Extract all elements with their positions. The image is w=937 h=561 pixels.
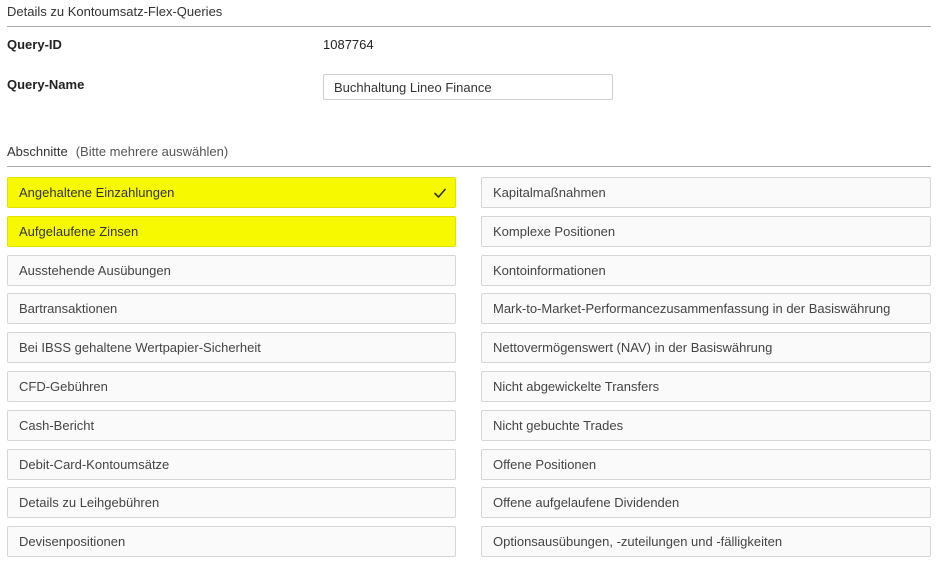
section-option[interactable]: Nicht abgewickelte Transfers bbox=[481, 370, 931, 402]
section-option-label: Devisenpositionen bbox=[19, 534, 126, 550]
section-option[interactable]: Komplexe Positionen bbox=[481, 215, 931, 247]
section-option-label: Bartransaktionen bbox=[19, 301, 118, 317]
section-option[interactable]: Nettovermögenswert (NAV) in der Basiswäh… bbox=[481, 332, 931, 364]
section-option[interactable]: Cash-Bericht bbox=[7, 409, 456, 441]
section-option[interactable]: Nicht gebuchte Trades bbox=[481, 409, 931, 441]
section-option-label: Optionsausübungen, -zuteilungen und -fäl… bbox=[493, 534, 783, 550]
section-option[interactable]: Bei IBSS gehaltene Wertpapier-Sicherheit bbox=[7, 332, 456, 364]
query-name-input[interactable] bbox=[323, 74, 613, 100]
section-option-label: Ausstehende Ausübungen bbox=[19, 262, 171, 278]
section-option[interactable]: Devisenpositionen bbox=[7, 526, 456, 558]
section-option[interactable]: Ausstehende Ausübungen bbox=[7, 254, 456, 286]
section-option-label: Komplexe Positionen bbox=[493, 223, 616, 239]
section-option[interactable]: Optionsausübungen, -zuteilungen und -fäl… bbox=[481, 526, 931, 558]
section-option-label: Bei IBSS gehaltene Wertpapier-Sicherheit bbox=[19, 340, 261, 356]
section-option-label: Mark-to-Market-Performancezusammenfassun… bbox=[493, 301, 891, 317]
section-option-label: Offene Positionen bbox=[493, 456, 597, 472]
sections-heading-label: Abschnitte bbox=[7, 144, 68, 159]
section-option[interactable]: CFD-Gebühren bbox=[7, 370, 456, 402]
sections-hint: (Bitte mehrere auswählen) bbox=[75, 144, 229, 159]
section-option-label: Nicht gebuchte Trades bbox=[493, 417, 624, 433]
section-option-label: Details zu Leihgebühren bbox=[19, 495, 160, 511]
section-option-label: Kapitalmaßnahmen bbox=[493, 185, 606, 200]
section-option[interactable]: Kontoinformationen bbox=[481, 254, 931, 286]
query-id-value: 1087764 bbox=[323, 37, 374, 52]
section-option-label: Kontoinformationen bbox=[493, 262, 606, 278]
panel-title-divider bbox=[7, 26, 931, 27]
section-option[interactable]: Mark-to-Market-Performancezusammenfassun… bbox=[481, 293, 931, 325]
sections-heading: Abschnitte (Bitte mehrere auswählen) bbox=[7, 144, 228, 159]
section-option-label: Debit-Card-Kontoumsätze bbox=[19, 456, 170, 472]
sections-divider bbox=[7, 166, 931, 167]
section-option-label: Angehaltene Einzahlungen bbox=[19, 185, 175, 200]
section-option-label: Cash-Bericht bbox=[19, 417, 95, 433]
section-option[interactable]: Angehaltene Einzahlungen bbox=[7, 177, 456, 208]
section-option[interactable]: Offene aufgelaufene Dividenden bbox=[481, 487, 931, 519]
section-option[interactable]: Details zu Leihgebühren bbox=[7, 487, 456, 519]
section-option-label: Offene aufgelaufene Dividenden bbox=[493, 495, 680, 511]
checkmark-icon bbox=[433, 186, 447, 200]
query-id-label: Query-ID bbox=[7, 37, 62, 52]
section-option[interactable]: Bartransaktionen bbox=[7, 293, 456, 325]
section-option[interactable]: Kapitalmaßnahmen bbox=[481, 177, 931, 208]
section-option[interactable]: Debit-Card-Kontoumsätze bbox=[7, 448, 456, 480]
section-option-label: Aufgelaufene Zinsen bbox=[19, 223, 139, 239]
section-option-label: CFD-Gebühren bbox=[19, 378, 108, 394]
section-option[interactable]: Offene Positionen bbox=[481, 448, 931, 480]
section-option-label: Nicht abgewickelte Transfers bbox=[493, 378, 660, 394]
section-options-grid: Angehaltene Einzahlungen Kapitalmaßnahmen… bbox=[7, 177, 931, 558]
query-name-label: Query-Name bbox=[7, 77, 85, 92]
section-option[interactable]: Aufgelaufene Zinsen bbox=[7, 215, 456, 247]
panel-title: Details zu Kontoumsatz-Flex-Queries bbox=[7, 4, 223, 19]
section-option-label: Nettovermögenswert (NAV) in der Basiswäh… bbox=[493, 340, 773, 356]
